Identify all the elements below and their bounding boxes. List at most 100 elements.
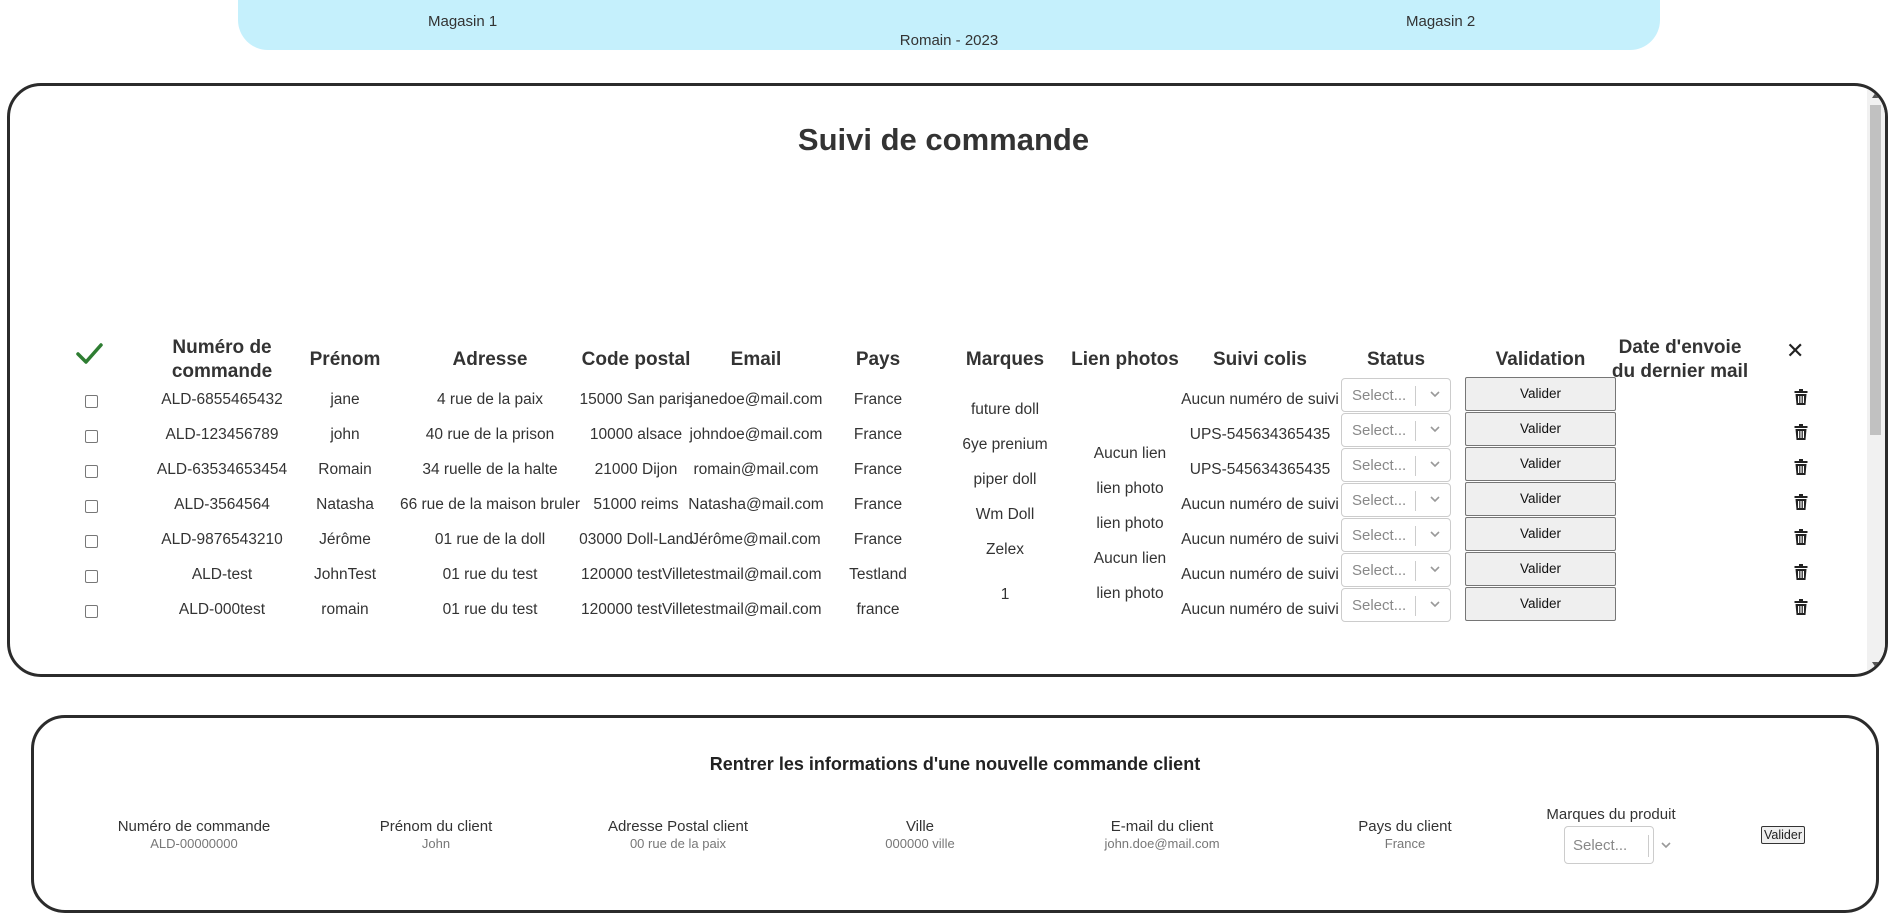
first-name-cell: john <box>330 426 360 443</box>
brand-cell: Zelex <box>986 541 1024 558</box>
column-header-photo-links: Lien photos <box>1071 349 1179 370</box>
status-select[interactable]: Select... <box>1341 483 1451 517</box>
status-select[interactable]: Select... <box>1341 553 1451 587</box>
order-number-cell: ALD-3564564 <box>174 496 270 513</box>
country-cell: france <box>856 601 900 618</box>
select-placeholder: Select... <box>1352 422 1407 439</box>
status-select[interactable]: Select... <box>1341 518 1451 552</box>
validate-row-button[interactable]: Valider <box>1465 587 1616 621</box>
select-separator <box>1415 561 1416 581</box>
select-separator <box>1648 835 1649 857</box>
first-name-field[interactable]: Prénom du client John <box>326 818 546 851</box>
select-separator <box>1415 596 1416 616</box>
first-name-cell: Jérôme <box>319 531 371 548</box>
validate-row-button[interactable]: Valider <box>1465 412 1616 446</box>
email-cell: janedoe@mail.com <box>689 391 823 408</box>
brand-cell: future doll <box>970 401 1040 418</box>
column-header-first-name: Prénom <box>309 349 381 370</box>
column-header-order-number: Numéro de commande <box>171 337 273 382</box>
country-cell: France <box>853 461 903 478</box>
scroll-down-arrow-icon[interactable] <box>1872 662 1880 668</box>
row-select-checkbox[interactable] <box>85 500 98 513</box>
submit-order-button[interactable]: Valider <box>1761 826 1805 844</box>
field-placeholder[interactable]: 000000 ville <box>810 836 1030 851</box>
postal-code-cell: 21000 Dijon <box>594 461 678 478</box>
tracking-cell: Aucun numéro de suivi <box>1181 391 1339 408</box>
column-header-address: Adresse <box>452 349 528 370</box>
orders-tracking-panel: Suivi de commande Numéro de commande Pré… <box>7 83 1888 677</box>
photo-link-cell: Aucun lien <box>1093 445 1167 462</box>
row-select-checkbox[interactable] <box>85 605 98 618</box>
column-header-status: Status <box>1366 349 1426 370</box>
close-icon[interactable]: ✕ <box>1786 338 1804 364</box>
row-select-checkbox[interactable] <box>85 465 98 478</box>
trash-icon[interactable] <box>1794 424 1808 440</box>
country-field[interactable]: Pays du client France <box>1295 818 1515 851</box>
order-number-cell: ALD-123456789 <box>165 426 279 443</box>
postal-code-cell: 120000 testVille <box>580 566 692 583</box>
store-2-link[interactable]: Magasin 2 <box>1406 13 1475 30</box>
brands-field-label: Marques du produit <box>1546 806 1676 823</box>
validate-row-button[interactable]: Valider <box>1465 447 1616 481</box>
trash-icon[interactable] <box>1794 564 1808 580</box>
status-select[interactable]: Select... <box>1341 378 1451 412</box>
chevron-down-icon <box>1430 601 1440 608</box>
chevron-down-icon <box>1430 566 1440 573</box>
postal-code-cell: 120000 testVille <box>580 601 692 618</box>
address-cell: 01 rue du test <box>442 601 538 618</box>
email-field[interactable]: E-mail du client john.doe@mail.com <box>1052 818 1272 851</box>
email-cell: Natasha@mail.com <box>688 496 824 513</box>
status-select[interactable]: Select... <box>1341 413 1451 447</box>
chevron-down-icon <box>1430 531 1440 538</box>
field-placeholder[interactable]: France <box>1295 836 1515 851</box>
brand-cell: 1 <box>1000 586 1010 603</box>
column-header-email: Email <box>730 349 782 370</box>
order-number-field[interactable]: Numéro de commande ALD-00000000 <box>84 818 304 851</box>
field-label: Prénom du client <box>379 818 493 835</box>
row-select-checkbox[interactable] <box>85 430 98 443</box>
trash-icon[interactable] <box>1794 389 1808 405</box>
validate-row-button[interactable]: Valider <box>1465 377 1616 411</box>
select-placeholder: Select... <box>1352 527 1407 544</box>
store-1-link[interactable]: Magasin 1 <box>428 13 497 30</box>
row-select-checkbox[interactable] <box>85 535 98 548</box>
field-placeholder[interactable]: John <box>326 836 546 851</box>
status-select[interactable]: Select... <box>1341 448 1451 482</box>
postal-address-field[interactable]: Adresse Postal client 00 rue de la paix <box>568 818 788 851</box>
scrollbar-thumb[interactable] <box>1870 105 1881 435</box>
country-cell: France <box>853 496 903 513</box>
city-field[interactable]: Ville 000000 ville <box>810 818 1030 851</box>
order-number-cell: ALD-9876543210 <box>161 531 283 548</box>
select-placeholder: Select... <box>1352 597 1407 614</box>
status-select[interactable]: Select... <box>1341 588 1451 622</box>
brand-cell: piper doll <box>973 471 1037 488</box>
chevron-down-icon <box>1430 426 1440 433</box>
address-cell: 40 rue de la prison <box>425 426 555 443</box>
brands-select[interactable]: Select... <box>1564 826 1671 864</box>
validate-row-button[interactable]: Valider <box>1465 482 1616 516</box>
trash-icon[interactable] <box>1794 494 1808 510</box>
row-select-checkbox[interactable] <box>85 395 98 408</box>
photo-link-cell[interactable]: lien photo <box>1065 585 1195 603</box>
validate-row-button[interactable]: Valider <box>1465 552 1616 586</box>
vertical-scrollbar[interactable] <box>1867 86 1885 674</box>
trash-icon[interactable] <box>1794 459 1808 475</box>
country-cell: France <box>853 531 903 548</box>
postal-code-cell: 10000 alsace <box>589 426 683 443</box>
first-name-cell: Romain <box>318 461 372 478</box>
field-placeholder[interactable]: 00 rue de la paix <box>568 836 788 851</box>
photo-link-cell[interactable]: lien photo <box>1065 515 1195 533</box>
email-cell: johndoe@mail.com <box>689 426 823 443</box>
photo-link-cell[interactable]: lien photo <box>1065 480 1195 498</box>
postal-code-cell: 03000 Doll-Land <box>579 531 693 548</box>
validate-row-button[interactable]: Valider <box>1465 517 1616 551</box>
trash-icon[interactable] <box>1794 529 1808 545</box>
scroll-up-arrow-icon[interactable] <box>1872 92 1880 98</box>
field-placeholder[interactable]: ALD-00000000 <box>84 836 304 851</box>
field-placeholder[interactable]: john.doe@mail.com <box>1052 836 1272 851</box>
page-title: Suivi de commande <box>797 122 1090 157</box>
trash-icon[interactable] <box>1794 599 1808 615</box>
brand-cell: Wm Doll <box>975 506 1035 523</box>
row-select-checkbox[interactable] <box>85 570 98 583</box>
address-cell: 01 rue du test <box>442 566 538 583</box>
